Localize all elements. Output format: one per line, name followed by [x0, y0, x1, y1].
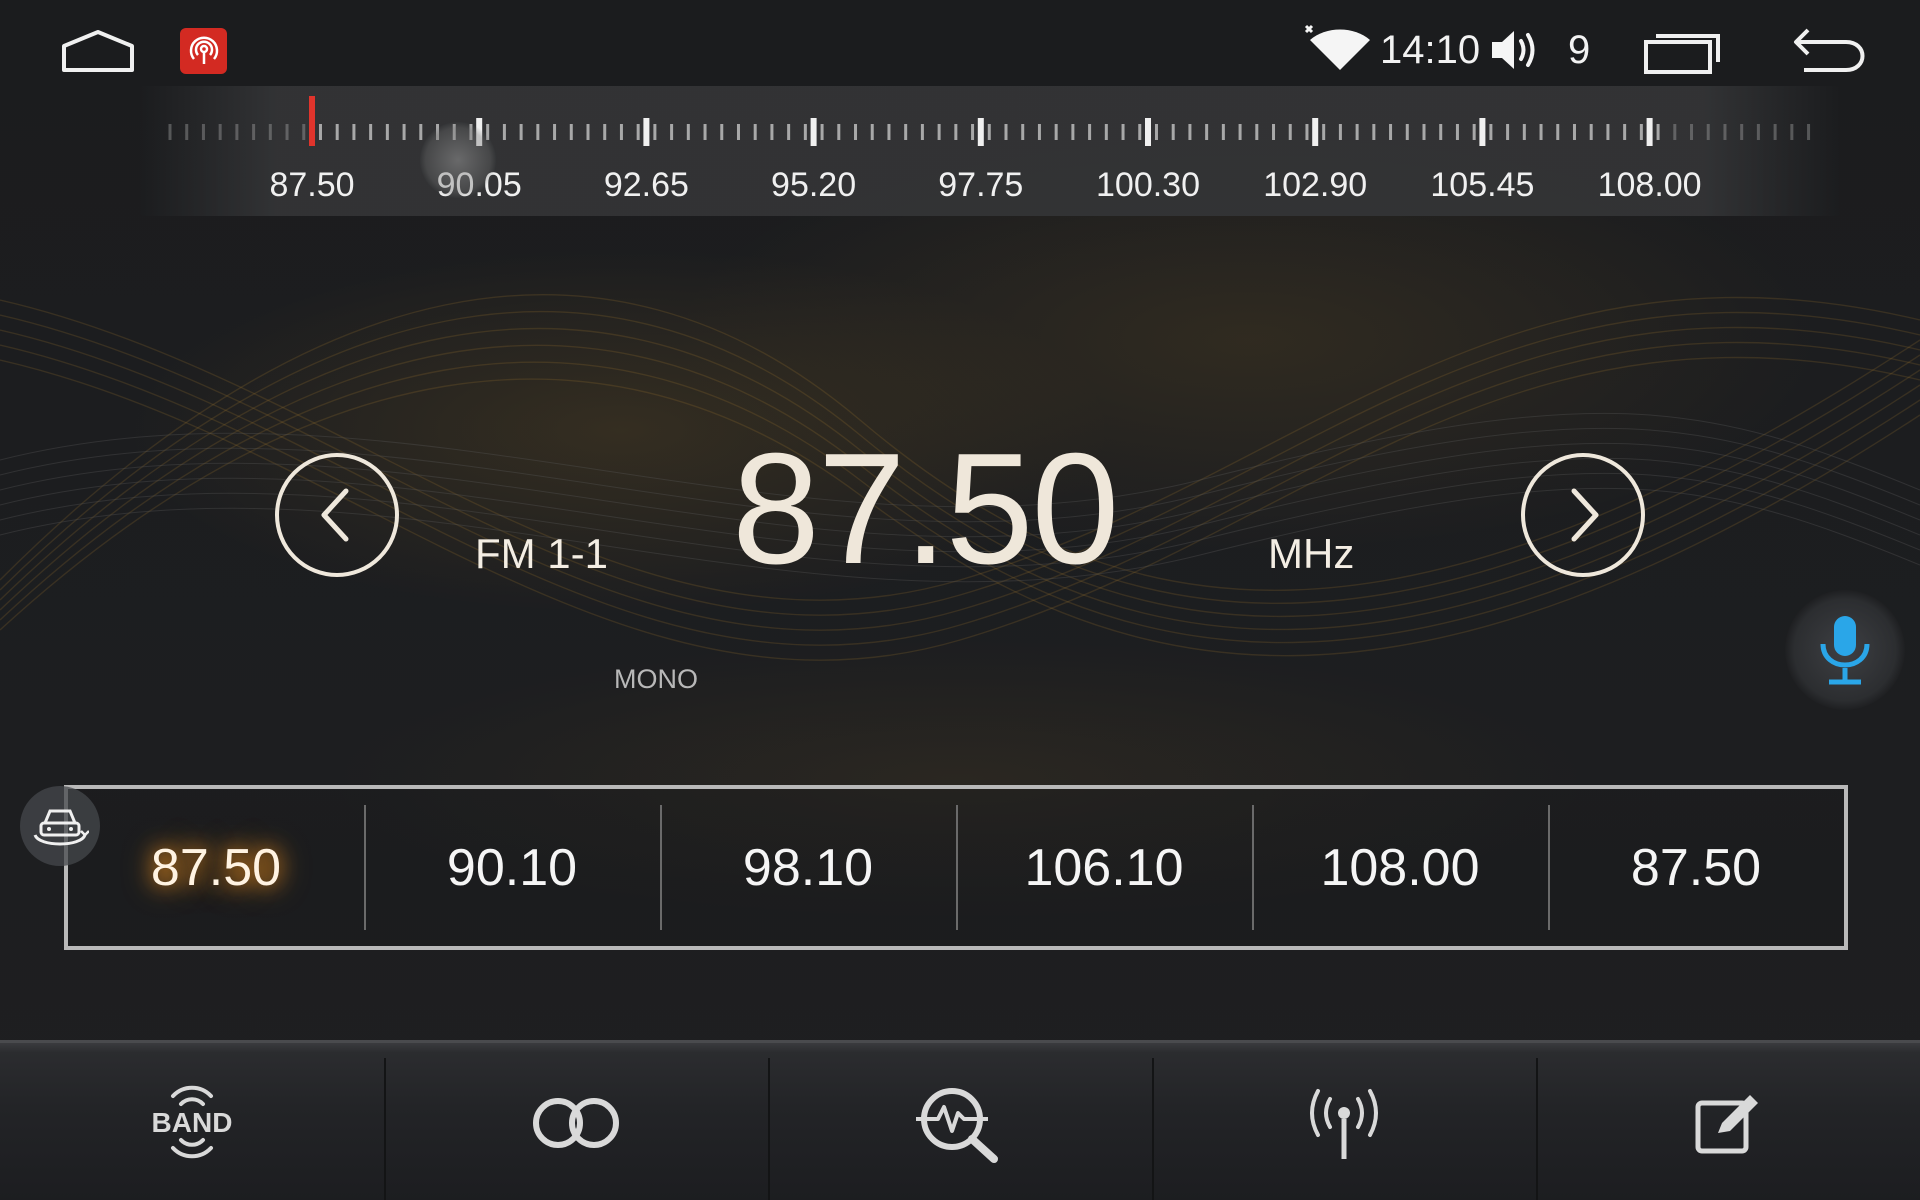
tuner-label: 102.90 [1263, 166, 1368, 204]
tuner-major-tick [643, 118, 650, 146]
car-mode-icon[interactable] [20, 786, 100, 866]
status-bar: 14:10 9 [0, 0, 1920, 100]
tuner-label: 100.30 [1096, 166, 1200, 204]
current-frequency-marker [309, 96, 315, 146]
chevron-right-icon [1571, 488, 1599, 542]
tuner-label: 97.75 [938, 166, 1024, 204]
back-icon[interactable] [1790, 24, 1870, 76]
band-button[interactable]: BAND [0, 1043, 384, 1200]
bottom-toolbar: BAND [0, 1040, 1920, 1200]
stereo-status: MONO [614, 664, 698, 694]
preset-button[interactable]: 90.10 [364, 789, 660, 946]
antenna-button[interactable] [1152, 1043, 1536, 1200]
stereo-button[interactable] [384, 1043, 768, 1200]
tuner-major-tick [810, 118, 817, 146]
tuner-label: 105.45 [1430, 166, 1535, 204]
preset-button[interactable]: 106.10 [956, 789, 1252, 946]
seek-previous-button[interactable] [275, 453, 399, 577]
band-label: FM 1-1 [475, 530, 609, 577]
volume-icon[interactable] [1490, 27, 1542, 73]
antenna-icon [1310, 1089, 1378, 1159]
seek-next-button[interactable] [1521, 453, 1645, 577]
preset-button[interactable]: 108.00 [1252, 789, 1548, 946]
band-icon: BAND [152, 1085, 233, 1159]
tuner-major-tick [1646, 118, 1653, 146]
preset-list: 87.50 90.10 98.10 106.10 108.00 87.50 [64, 785, 1848, 950]
microphone-icon [1820, 616, 1870, 685]
svg-text:BAND: BAND [152, 1107, 233, 1138]
voice-button[interactable] [1785, 590, 1905, 710]
chevron-left-icon [321, 488, 349, 542]
edit-icon [1695, 1095, 1758, 1154]
preset-button[interactable]: 87.50 [68, 789, 364, 946]
scan-button[interactable] [768, 1043, 1152, 1200]
tuner-knob[interactable] [420, 122, 496, 198]
radio-app-icon[interactable] [180, 28, 227, 74]
wifi-icon [1302, 24, 1372, 74]
tuner-scale[interactable]: 87.5090.0592.6595.2097.75100.30102.90105… [140, 86, 1840, 216]
edit-button[interactable] [1536, 1043, 1920, 1200]
tuner-major-tick [1479, 118, 1486, 146]
tuner-major-tick [1145, 118, 1151, 146]
home-icon[interactable] [58, 26, 138, 76]
stereo-icon [533, 1098, 619, 1148]
recents-icon[interactable] [1642, 28, 1722, 76]
preset-button[interactable]: 87.50 [1548, 789, 1844, 946]
radio-screen: 14:10 9 87.5090.0592.6595.2097.75100.301… [0, 0, 1920, 1200]
preset-button[interactable]: 98.10 [660, 789, 956, 946]
tuner-label: 92.65 [603, 166, 689, 204]
tuner-label: 95.20 [771, 166, 857, 204]
clock: 14:10 [1380, 28, 1481, 72]
volume-level: 9 [1568, 28, 1591, 72]
tuner-label: 108.00 [1597, 166, 1702, 204]
tuner-label: 87.50 [269, 166, 355, 204]
search-scan-icon [916, 1088, 998, 1163]
current-frequency: 87.50 [732, 421, 1119, 597]
tuner-major-tick [977, 118, 984, 146]
frequency-unit: MHz [1268, 530, 1355, 577]
tuner-major-tick [1312, 118, 1319, 146]
